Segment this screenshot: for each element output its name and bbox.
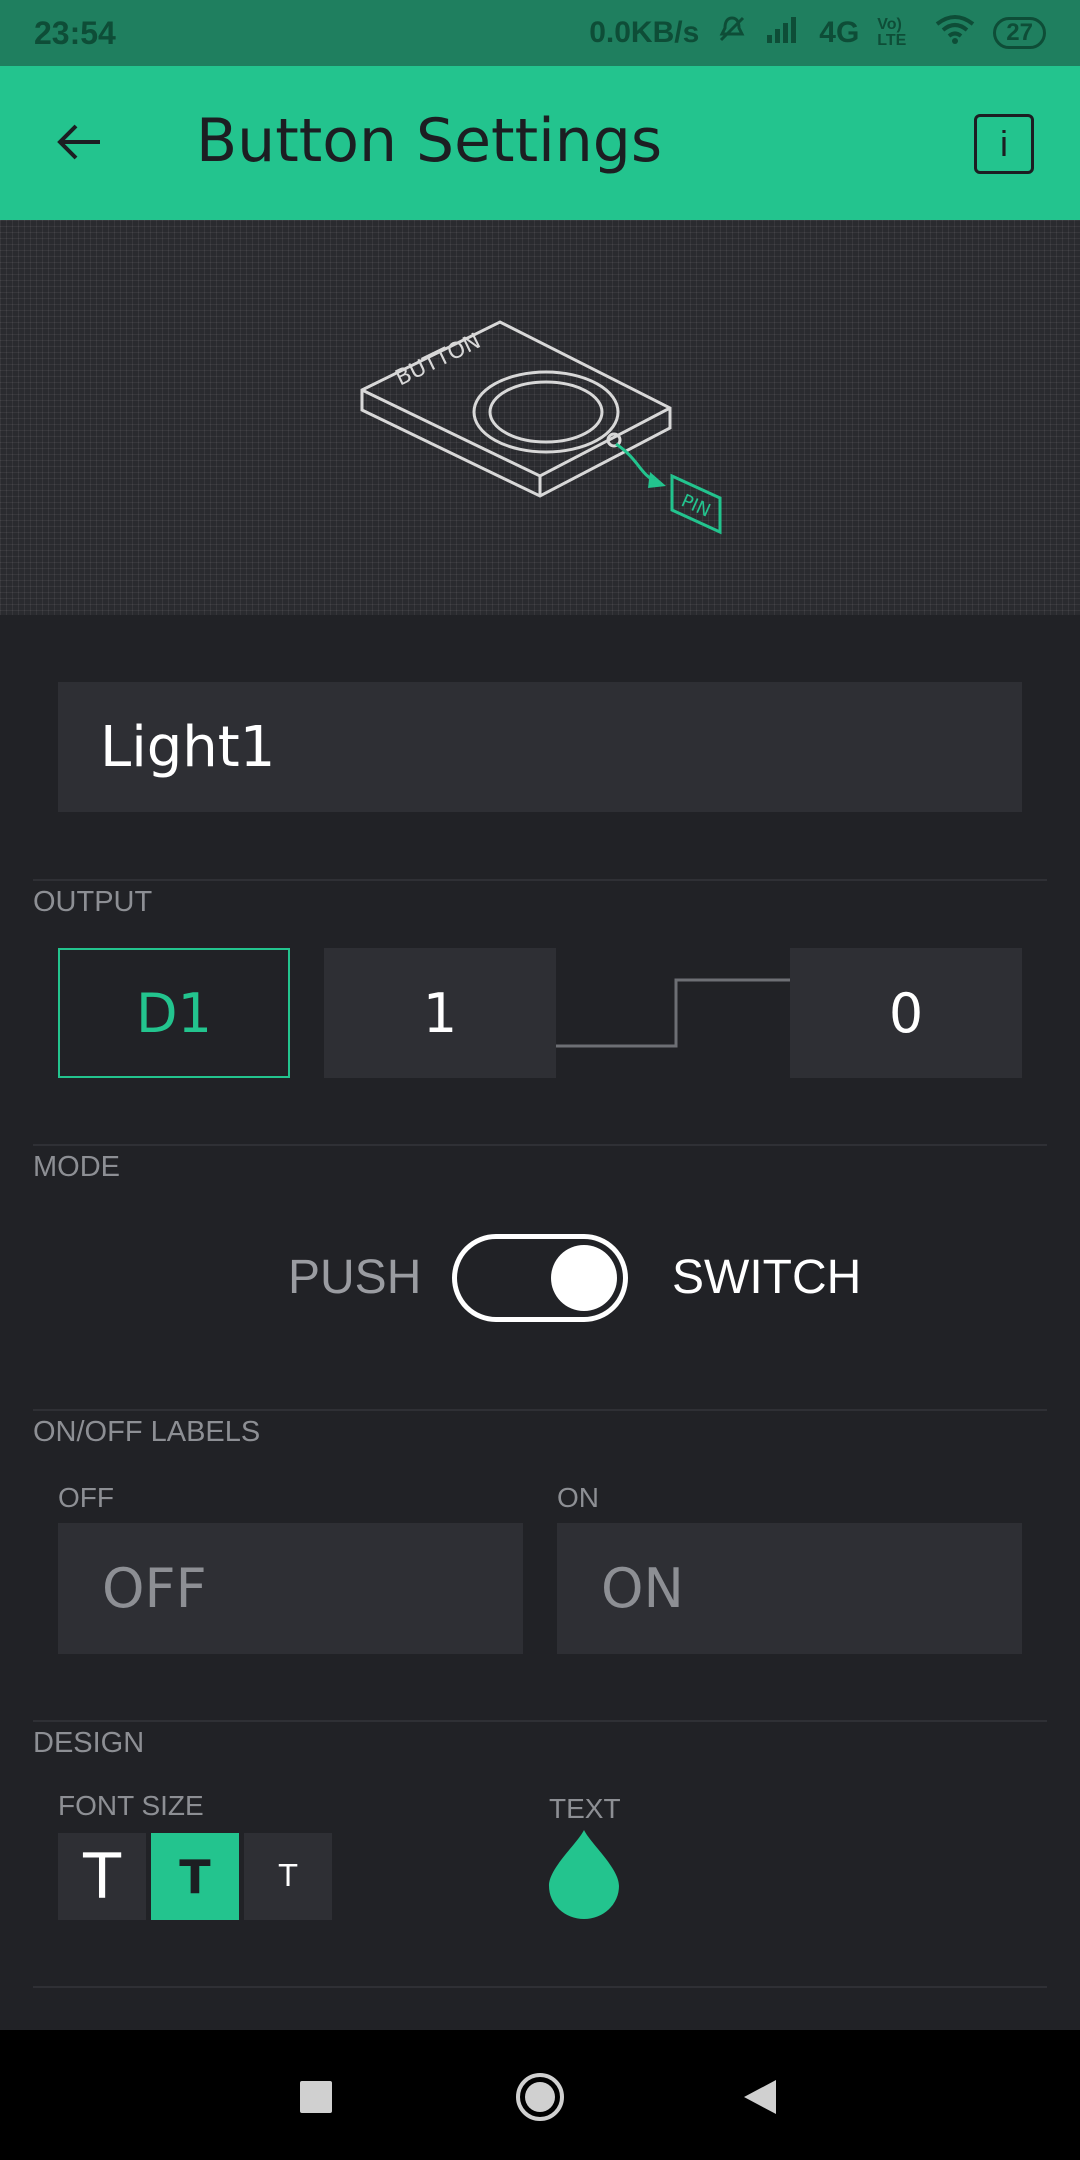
- font-size-medium-glyph: T: [179, 1849, 211, 1904]
- text-color-drop-icon[interactable]: [547, 1828, 621, 1920]
- widget-illustration: BUTTON PIN: [0, 220, 1080, 615]
- back-arrow-icon[interactable]: [46, 110, 110, 174]
- pin-label: PIN: [678, 490, 714, 521]
- status-icons: 0.0KB/s 4G Vo) LTE 27: [589, 14, 1046, 52]
- off-label-value: OFF: [102, 1557, 207, 1620]
- text-color-caption: TEXT: [549, 1793, 621, 1824]
- font-size-small-button[interactable]: T: [244, 1833, 332, 1920]
- on-label-value: ON: [601, 1557, 684, 1620]
- status-time: 23:54: [34, 14, 116, 51]
- mode-toggle-row: PUSH SWITCH: [0, 1234, 1080, 1324]
- home-circle-icon[interactable]: [507, 2064, 573, 2130]
- labels-section-label: ON/OFF LABELS: [33, 1416, 261, 1448]
- toggle-knob: [551, 1245, 617, 1311]
- font-size-caption: FONT SIZE: [58, 1790, 204, 1821]
- recents-square-icon[interactable]: [283, 2064, 349, 2130]
- on-label-input[interactable]: ON: [557, 1523, 1022, 1654]
- off-label-input[interactable]: OFF: [58, 1523, 523, 1654]
- output-section-label: OUTPUT: [33, 886, 153, 918]
- output-pin-selector[interactable]: D1: [58, 948, 290, 1078]
- wifi-icon: [935, 14, 975, 52]
- system-nav-bar: [0, 2030, 1080, 2160]
- button-device-illustration: BUTTON PIN: [360, 320, 722, 535]
- net-speed: 0.0KB/s: [589, 16, 700, 49]
- back-triangle-icon[interactable]: [727, 2064, 793, 2130]
- signal-pulse-graphic: [556, 978, 790, 1048]
- signal-icon: [765, 15, 801, 51]
- font-size-small-glyph: T: [278, 1859, 298, 1894]
- app-bar: Button Settings i: [0, 66, 1080, 220]
- battery-indicator: 27: [993, 17, 1046, 49]
- info-button[interactable]: i: [974, 114, 1034, 174]
- mode-push-label[interactable]: PUSH: [288, 1250, 421, 1305]
- mode-switch-label[interactable]: SWITCH: [672, 1250, 861, 1305]
- off-label-caption: OFF: [58, 1482, 114, 1513]
- status-bar: 23:54 0.0KB/s 4G Vo) LTE 27: [0, 0, 1080, 66]
- font-size-large-button[interactable]: T: [58, 1833, 146, 1920]
- network-type: 4G: [819, 16, 860, 49]
- mute-icon: [717, 14, 747, 52]
- page-title: Button Settings: [196, 106, 663, 176]
- font-size-large-glyph: T: [83, 1840, 121, 1913]
- divider: [33, 879, 1047, 881]
- widget-name-input[interactable]: Light1: [58, 682, 1022, 812]
- volte-badge: Vo) LTE: [877, 16, 907, 49]
- device-label: BUTTON: [392, 329, 485, 392]
- info-icon-label: i: [1000, 123, 1008, 164]
- design-section-label: DESIGN: [33, 1727, 145, 1759]
- divider: [33, 1144, 1047, 1146]
- output-low-value: 0: [888, 981, 924, 1045]
- output-low-value-input[interactable]: 0: [790, 948, 1022, 1078]
- font-size-medium-button[interactable]: T: [151, 1833, 239, 1920]
- output-pin-value: D1: [136, 981, 212, 1045]
- divider: [33, 1409, 1047, 1411]
- mode-section-label: MODE: [33, 1151, 120, 1183]
- mode-switch-toggle[interactable]: [452, 1234, 628, 1322]
- output-high-value-input[interactable]: 1: [324, 948, 556, 1078]
- output-high-value: 1: [422, 981, 458, 1045]
- on-label-caption: ON: [557, 1482, 599, 1513]
- divider: [33, 1720, 1047, 1722]
- divider: [33, 1986, 1047, 1988]
- widget-name-value: Light1: [100, 714, 276, 780]
